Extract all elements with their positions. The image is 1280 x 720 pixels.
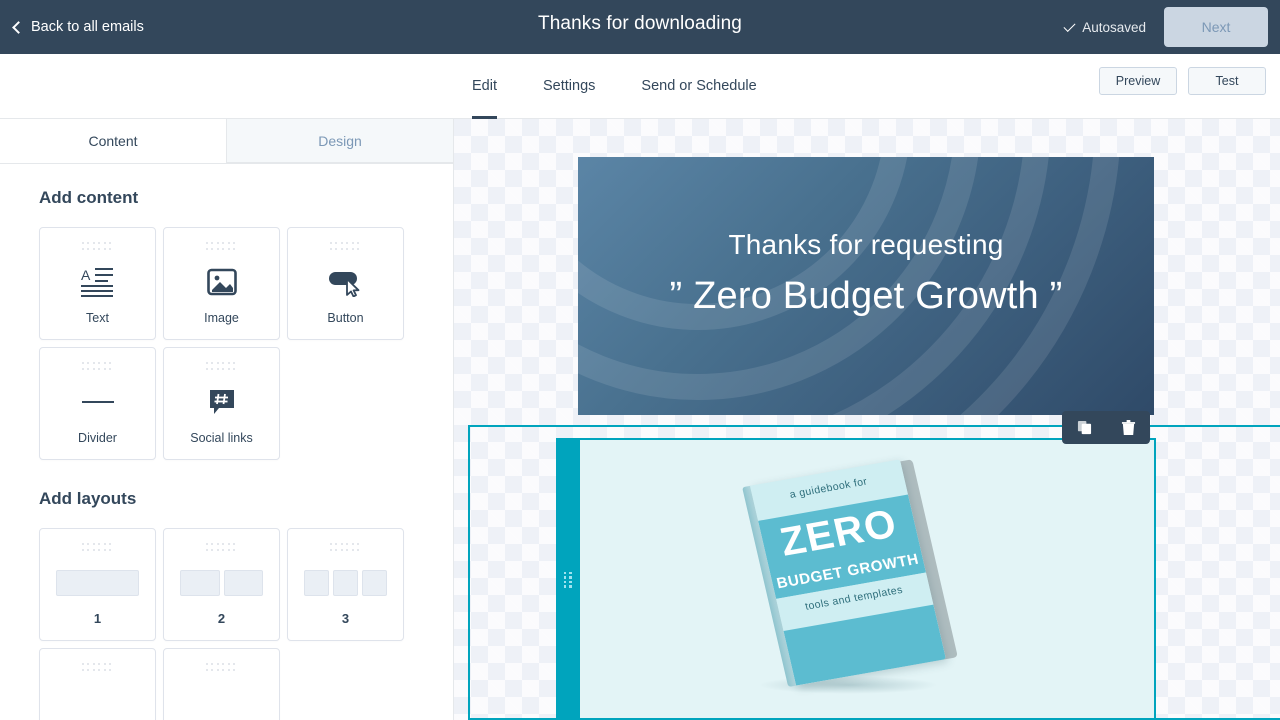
button-cursor-icon: [328, 253, 364, 311]
layout-card-5[interactable]: [163, 648, 280, 720]
drag-dots-icon[interactable]: [81, 663, 114, 674]
layout-card-1[interactable]: 1: [39, 528, 156, 641]
test-button[interactable]: Test: [1188, 67, 1266, 95]
sidebar-tab-design[interactable]: Design: [226, 119, 453, 163]
editor-tabs: Edit Settings Send or Schedule: [472, 54, 803, 119]
content-card-image[interactable]: Image: [163, 227, 280, 340]
email-preview-canvas[interactable]: Thanks for requesting ” Zero Budget Grow…: [454, 119, 1280, 720]
tab-edit[interactable]: Edit: [472, 54, 497, 119]
module-drag-handle[interactable]: [556, 438, 580, 720]
layout-preview: [40, 674, 155, 720]
drag-dots-icon[interactable]: [205, 362, 238, 373]
content-card-label: Button: [327, 311, 364, 325]
layout-card-label: 1: [93, 611, 102, 626]
drag-dots-icon[interactable]: [81, 242, 114, 253]
drag-dots-icon[interactable]: [329, 242, 362, 253]
sidebar-body: Add content A Text Image Button Divider …: [0, 164, 453, 720]
layout-preview: [164, 674, 279, 720]
content-card-button[interactable]: Button: [287, 227, 404, 340]
drag-dots-icon: [563, 571, 573, 588]
editor-tab-bar: Edit Settings Send or Schedule Preview T…: [0, 54, 1280, 119]
layout-preview: [164, 554, 279, 611]
app-top-bar: Back to all emails Thanks for downloadin…: [0, 0, 1280, 54]
layout-preview: [288, 554, 403, 611]
drag-dots-icon[interactable]: [81, 362, 114, 373]
drag-dots-icon[interactable]: [205, 242, 238, 253]
back-to-all-emails-label: Back to all emails: [31, 19, 144, 35]
preview-button[interactable]: Preview: [1099, 67, 1177, 95]
next-button[interactable]: Next: [1164, 7, 1268, 47]
tab-settings[interactable]: Settings: [543, 54, 595, 119]
sidebar-tab-content[interactable]: Content: [0, 119, 226, 163]
content-card-label: Social links: [190, 431, 253, 445]
trash-icon[interactable]: [1116, 416, 1140, 440]
drag-dots-icon[interactable]: [81, 543, 114, 554]
divider-line-icon: [81, 373, 114, 431]
drag-dots-icon[interactable]: [205, 543, 238, 554]
module-content-area[interactable]: a guidebook for ZERO BUDGET GROWTH tools…: [580, 438, 1156, 720]
content-card-text[interactable]: A Text: [39, 227, 156, 340]
back-to-all-emails-link[interactable]: Back to all emails: [12, 19, 144, 35]
top-bar-actions: Autosaved Next: [1063, 0, 1268, 54]
content-card-label: Text: [86, 311, 109, 325]
layout-card-2[interactable]: 2: [163, 528, 280, 641]
module-action-toolbar: [1062, 411, 1150, 444]
hero-line-1: Thanks for requesting: [728, 229, 1004, 260]
content-card-divider[interactable]: Divider: [39, 347, 156, 460]
layout-card-3[interactable]: 3: [287, 528, 404, 641]
add-layouts-grid: 1 2 3: [39, 528, 453, 720]
tab-send-or-schedule[interactable]: Send or Schedule: [641, 54, 756, 119]
email-hero-module[interactable]: Thanks for requesting ” Zero Budget Grow…: [578, 157, 1154, 415]
content-card-social-links[interactable]: Social links: [163, 347, 280, 460]
content-card-label: Divider: [78, 431, 117, 445]
hashtag-bubble-icon: [207, 373, 237, 431]
check-icon: [1063, 19, 1076, 32]
text-align-icon: A: [80, 253, 115, 311]
autosave-status: Autosaved: [1063, 19, 1146, 35]
svg-text:A: A: [81, 267, 91, 283]
hero-text-block: Thanks for requesting ” Zero Budget Grow…: [578, 229, 1154, 318]
chevron-left-icon: [12, 20, 25, 34]
preview-test-actions: Preview Test: [1099, 67, 1266, 95]
image-icon: [206, 253, 237, 311]
add-content-title: Add content: [39, 188, 139, 207]
layout-card-label: 3: [341, 611, 350, 626]
layout-card-4[interactable]: [39, 648, 156, 720]
clone-icon[interactable]: [1072, 416, 1096, 440]
book-graphic: a guidebook for ZERO BUDGET GROWTH tools…: [742, 459, 958, 687]
add-content-grid: A Text Image Button Divider Social links: [39, 227, 453, 460]
book-shadow: [758, 676, 938, 694]
add-layouts-title: Add layouts: [39, 489, 137, 508]
editor-sidebar: Content Design Add content A Text Image …: [0, 119, 454, 720]
drag-dots-icon[interactable]: [329, 543, 362, 554]
layout-card-label: 2: [217, 611, 226, 626]
sidebar-tabs: Content Design: [0, 119, 453, 164]
ebook-cover-image[interactable]: a guidebook for ZERO BUDGET GROWTH tools…: [730, 458, 990, 708]
drag-dots-icon[interactable]: [205, 663, 238, 674]
selected-image-module[interactable]: a guidebook for ZERO BUDGET GROWTH tools…: [556, 438, 1156, 720]
layout-preview: [40, 554, 155, 611]
content-card-label: Image: [204, 311, 239, 325]
hero-line-2: ” Zero Budget Growth ”: [669, 275, 1063, 317]
autosave-label: Autosaved: [1082, 19, 1146, 35]
